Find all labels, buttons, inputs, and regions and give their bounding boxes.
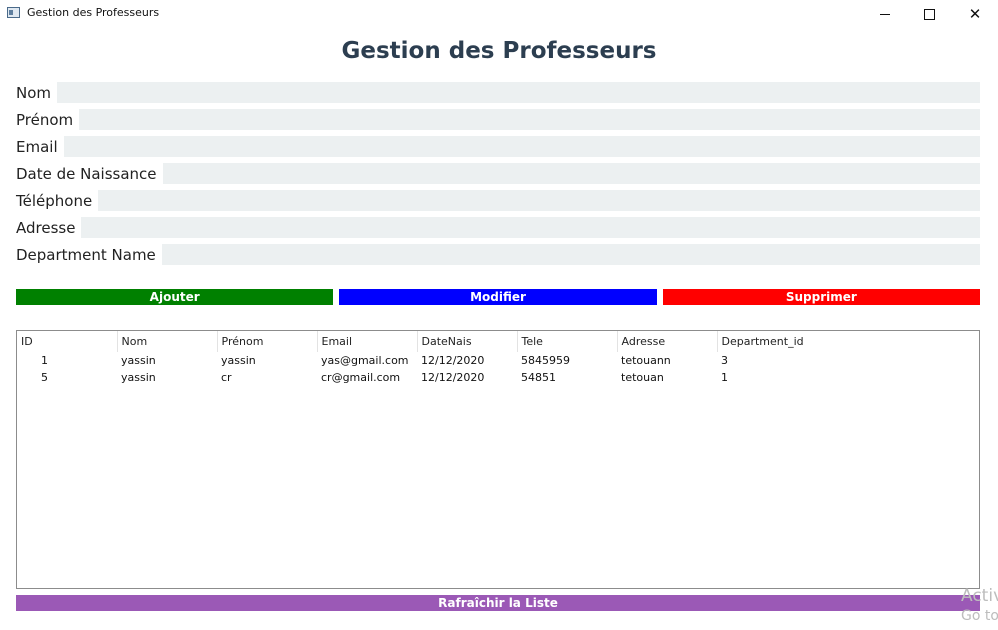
date-naissance-input[interactable] — [162, 163, 980, 184]
form-row-email: Email — [16, 136, 980, 157]
cell-prenom: cr — [221, 371, 232, 384]
form-row-nom: Nom — [16, 82, 980, 103]
action-buttons: Ajouter Modifier Supprimer — [16, 289, 980, 305]
edit-button[interactable]: Modifier — [339, 289, 657, 305]
close-button[interactable]: ✕ — [952, 0, 998, 28]
professor-form: Nom Prénom Email Date de Naissance Télép… — [16, 82, 980, 271]
form-row-telephone: Téléphone — [16, 190, 980, 211]
maximize-button[interactable] — [906, 0, 952, 28]
page-title: Gestion des Professeurs — [341, 38, 657, 64]
column-header-email[interactable]: Email — [317, 331, 418, 352]
table-row[interactable]: 5 yassin cr cr@gmail.com 12/12/2020 5485… — [17, 369, 817, 386]
nom-input[interactable] — [57, 82, 980, 103]
cell-department-id: 1 — [721, 371, 728, 384]
cell-datenais: 12/12/2020 — [421, 354, 485, 367]
table-header-row: ID Nom Prénom Email DateNais Tele Adress… — [17, 331, 817, 352]
telephone-input[interactable] — [98, 190, 980, 211]
cell-nom: yassin — [121, 354, 156, 367]
minimize-button[interactable] — [862, 0, 908, 28]
column-header-adresse[interactable]: Adresse — [617, 331, 718, 352]
delete-button[interactable]: Supprimer — [662, 289, 980, 305]
cell-adresse: tetouan — [621, 371, 664, 384]
date-naissance-label: Date de Naissance — [16, 164, 157, 183]
cell-datenais: 12/12/2020 — [421, 371, 485, 384]
email-label: Email — [16, 137, 58, 156]
column-header-nom[interactable]: Nom — [117, 331, 218, 352]
cell-id: 5 — [41, 371, 48, 384]
cell-id: 1 — [41, 354, 48, 367]
department-name-input[interactable] — [161, 244, 980, 265]
professors-table[interactable]: ID Nom Prénom Email DateNais Tele Adress… — [16, 330, 980, 589]
email-input[interactable] — [63, 136, 980, 157]
column-header-datenais[interactable]: DateNais — [417, 331, 518, 352]
prenom-input[interactable] — [79, 109, 980, 130]
cell-adresse: tetouann — [621, 354, 671, 367]
cell-email: yas@gmail.com — [321, 354, 409, 367]
cell-department-id: 3 — [721, 354, 728, 367]
form-row-prenom: Prénom — [16, 109, 980, 130]
prenom-label: Prénom — [16, 110, 74, 129]
telephone-label: Téléphone — [16, 191, 93, 210]
cell-email: cr@gmail.com — [321, 371, 401, 384]
cell-prenom: yassin — [221, 354, 256, 367]
column-header-id[interactable]: ID — [17, 331, 118, 352]
nom-label: Nom — [16, 83, 52, 102]
form-row-adresse: Adresse — [16, 217, 980, 238]
form-row-date-naissance: Date de Naissance — [16, 163, 980, 184]
window-title-bar: Gestion des Professeurs ✕ — [0, 0, 998, 28]
cell-tele: 54851 — [521, 371, 556, 384]
close-icon: ✕ — [968, 4, 982, 23]
watermark-line-2: Go to — [961, 608, 998, 624]
app-window-icon — [7, 7, 20, 18]
activation-watermark: Activ Go to — [961, 586, 998, 625]
cell-nom: yassin — [121, 371, 156, 384]
window-title: Gestion des Professeurs — [27, 6, 160, 19]
maximize-icon — [923, 8, 935, 20]
column-header-tele[interactable]: Tele — [517, 331, 618, 352]
department-name-label: Department Name — [16, 245, 156, 264]
cell-tele: 5845959 — [521, 354, 570, 367]
professors-grid: ID Nom Prénom Email DateNais Tele Adress… — [17, 331, 817, 386]
adresse-label: Adresse — [16, 218, 76, 237]
watermark-line-1: Activ — [961, 586, 998, 606]
adresse-input[interactable] — [81, 217, 980, 238]
column-header-department-id[interactable]: Department_id — [717, 331, 817, 352]
add-button[interactable]: Ajouter — [16, 289, 334, 305]
table-row[interactable]: 1 yassin yassin yas@gmail.com 12/12/2020… — [17, 352, 817, 369]
minimize-icon — [880, 13, 890, 15]
refresh-list-button[interactable]: Rafraîchir la Liste — [16, 595, 980, 611]
form-row-department-name: Department Name — [16, 244, 980, 265]
column-header-prenom[interactable]: Prénom — [217, 331, 318, 352]
